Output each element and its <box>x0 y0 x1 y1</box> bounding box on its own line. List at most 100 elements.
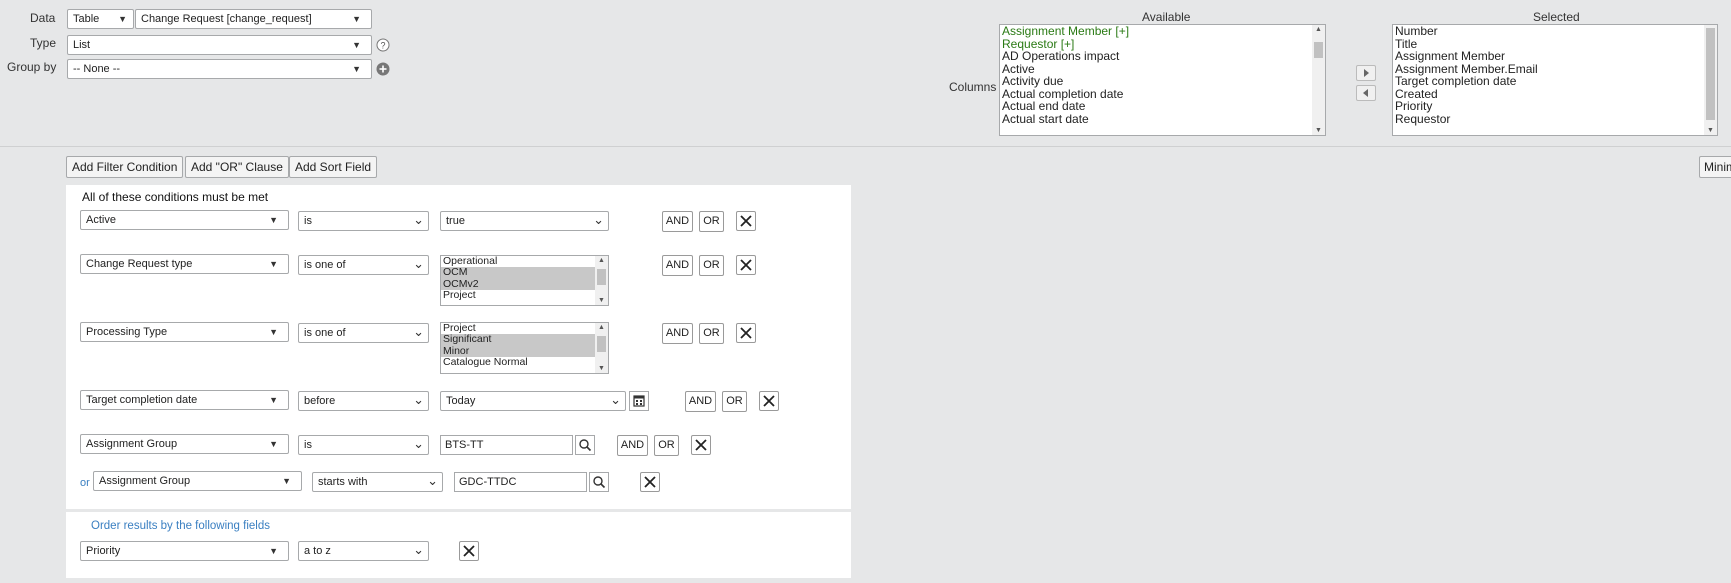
caret-down-icon: ▼ <box>269 546 278 556</box>
and-button[interactable]: AND <box>685 391 716 412</box>
scroll-thumb[interactable] <box>1314 42 1323 58</box>
condition-field-select[interactable]: Assignment Group ▼ <box>93 471 302 491</box>
condition-value: Today <box>446 395 476 407</box>
close-icon[interactable] <box>736 211 756 231</box>
condition-value-input[interactable]: GDC-TTDC <box>454 472 587 492</box>
type-select[interactable]: List ▼ <box>67 35 372 55</box>
condition-operator-select[interactable]: is ⌄ <box>298 435 429 455</box>
close-icon[interactable] <box>640 472 660 492</box>
or-button[interactable]: OR <box>699 255 724 276</box>
caret-down-icon: ▼ <box>352 14 361 24</box>
minimize-button[interactable]: Minim <box>1699 156 1731 178</box>
or-button[interactable]: OR <box>699 323 724 344</box>
selected-columns-list[interactable]: Number Title Assignment Member Assignment M… <box>1392 24 1718 136</box>
scroll-thumb[interactable] <box>597 269 606 285</box>
selected-column-item[interactable]: Requestor <box>1393 112 1717 126</box>
order-field-select[interactable]: Priority ▼ <box>80 541 289 561</box>
condition-field-select[interactable]: Processing Type ▼ <box>80 322 289 342</box>
close-icon[interactable] <box>459 541 479 561</box>
scrollbar[interactable]: ▲ ▼ <box>1312 25 1325 135</box>
condition-value-input[interactable]: BTS-TT <box>440 435 573 455</box>
condition-field-value: Active <box>86 214 116 226</box>
available-columns-list[interactable]: Assignment Member [+] Requestor [+] AD Ope… <box>999 24 1326 136</box>
condition-value-select[interactable]: true ⌄ <box>440 211 609 231</box>
available-column-item[interactable]: Actual start date <box>1000 112 1325 126</box>
add-filter-condition-button[interactable]: Add Filter Condition <box>66 156 184 178</box>
caret-down-icon: ▼ <box>269 259 278 269</box>
help-icon[interactable]: ? <box>376 38 390 52</box>
move-right-icon[interactable] <box>1356 65 1376 81</box>
condition-operator-select[interactable]: is ⌄ <box>298 211 429 231</box>
condition-operator-select[interactable]: starts with ⌄ <box>312 472 443 492</box>
available-column-item[interactable]: Assignment Member [+] <box>1000 25 1325 38</box>
multiselect-option[interactable]: Significant <box>441 333 608 346</box>
scroll-up-icon[interactable]: ▲ <box>598 257 605 264</box>
caret-down-icon: ▼ <box>269 215 278 225</box>
scroll-down-icon[interactable]: ▼ <box>598 365 605 372</box>
selected-column-item[interactable]: Created <box>1393 87 1717 101</box>
order-direction-select[interactable]: a to z ⌄ <box>298 541 429 561</box>
condition-operator-select[interactable]: is one of ⌄ <box>298 323 429 343</box>
scroll-down-icon[interactable]: ▼ <box>598 297 605 304</box>
condition-field-select[interactable]: Target completion date ▼ <box>80 390 289 410</box>
available-column-item[interactable]: Actual end date <box>1000 100 1325 113</box>
available-title: Available <box>1142 10 1191 24</box>
multiselect-option[interactable]: Project <box>441 289 608 301</box>
calendar-icon[interactable] <box>629 391 649 411</box>
add-groupby-icon[interactable] <box>376 62 390 76</box>
scroll-down-icon[interactable]: ▼ <box>1707 127 1714 134</box>
conditions-heading: All of these conditions must be met <box>82 190 269 204</box>
type-value: List <box>73 39 91 51</box>
available-column-item[interactable]: Activity due <box>1000 75 1325 88</box>
condition-operator-value: starts with <box>318 476 368 488</box>
close-icon[interactable] <box>736 255 756 275</box>
data-source-type-select[interactable]: Table ▼ <box>67 9 134 29</box>
condition-value: true <box>446 215 465 227</box>
add-or-clause-button[interactable]: Add "OR" Clause <box>185 156 289 178</box>
condition-field-select[interactable]: Change Request type ▼ <box>80 254 289 274</box>
close-icon[interactable] <box>759 391 779 411</box>
selected-column-item[interactable]: Number <box>1393 25 1717 38</box>
close-icon[interactable] <box>736 323 756 343</box>
scroll-up-icon[interactable]: ▲ <box>1315 26 1322 33</box>
multiselect-option[interactable]: Catalogue Normal <box>441 356 608 368</box>
add-sort-field-button[interactable]: Add Sort Field <box>289 156 378 178</box>
available-column-item[interactable]: AD Operations impact <box>1000 50 1325 63</box>
scrollbar[interactable]: ▲ ▼ <box>595 256 608 305</box>
move-left-icon[interactable] <box>1356 85 1376 101</box>
or-button[interactable]: OR <box>722 391 747 412</box>
caret-down-icon: ▼ <box>282 476 291 486</box>
data-label: Data <box>30 11 56 25</box>
groupby-value: -- None -- <box>73 63 121 75</box>
search-icon[interactable] <box>589 472 609 492</box>
close-icon[interactable] <box>691 435 711 455</box>
or-button[interactable]: OR <box>699 211 724 232</box>
condition-field-select[interactable]: Active ▼ <box>80 210 289 230</box>
condition-operator-select[interactable]: before ⌄ <box>298 391 429 411</box>
selected-column-item[interactable]: Assignment Member <box>1393 50 1717 63</box>
groupby-label: Group by <box>7 60 57 74</box>
multiselect-option[interactable]: OCM <box>441 266 608 279</box>
and-button[interactable]: AND <box>662 255 693 276</box>
selected-column-item[interactable]: Priority <box>1393 100 1717 113</box>
chevron-down-icon: ⌄ <box>610 392 621 407</box>
condition-value-select[interactable]: Today ⌄ <box>440 391 626 411</box>
and-button[interactable]: AND <box>617 435 648 456</box>
scrollbar[interactable]: ▼ <box>1704 25 1717 135</box>
scrollbar[interactable]: ▲ ▼ <box>595 323 608 373</box>
scroll-down-icon[interactable]: ▼ <box>1315 127 1322 134</box>
condition-field-select[interactable]: Assignment Group ▼ <box>80 434 289 454</box>
condition-multiselect[interactable]: Operational OCM OCMv2 Project ▲ ▼ <box>440 255 609 306</box>
groupby-select[interactable]: -- None -- ▼ <box>67 59 372 79</box>
search-icon[interactable] <box>575 435 595 455</box>
and-button[interactable]: AND <box>662 323 693 344</box>
scroll-thumb[interactable] <box>1706 28 1715 120</box>
data-table-select[interactable]: Change Request [change_request] ▼ <box>135 9 372 29</box>
condition-operator-select[interactable]: is one of ⌄ <box>298 255 429 275</box>
scroll-up-icon[interactable]: ▲ <box>598 324 605 331</box>
scroll-thumb[interactable] <box>597 336 606 352</box>
and-button[interactable]: AND <box>662 211 693 232</box>
or-button[interactable]: OR <box>654 435 679 456</box>
selected-column-item[interactable]: Target completion date <box>1393 75 1717 88</box>
condition-multiselect[interactable]: Project Significant Minor Catalogue Normal … <box>440 322 609 374</box>
